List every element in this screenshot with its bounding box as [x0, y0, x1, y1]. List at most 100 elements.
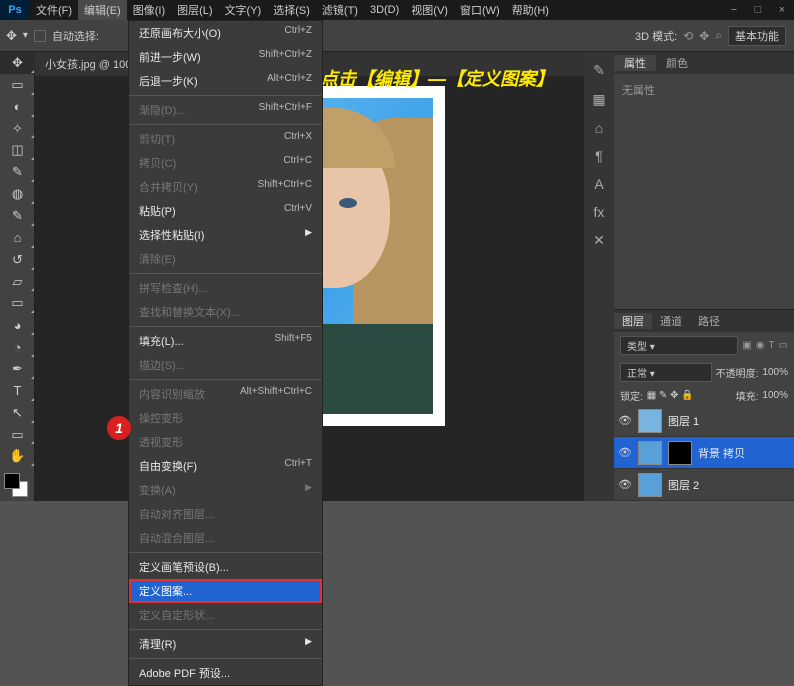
menu-item: 查找和替换文本(X)...	[129, 300, 322, 324]
tool-shape[interactable]: ▭	[0, 424, 35, 446]
titlebar: Ps 文件(F) 编辑(E) 图像(I) 图层(L) 文字(Y) 选择(S) 滤…	[0, 0, 794, 20]
menu-help[interactable]: 帮助(H)	[506, 0, 555, 20]
menu-item[interactable]: 填充(L)...Shift+F5	[129, 329, 322, 353]
menu-file[interactable]: 文件(F)	[30, 0, 78, 20]
layer-thumb	[638, 473, 662, 497]
tool-lasso[interactable]: ◐	[0, 96, 35, 118]
menu-layer[interactable]: 图层(L)	[171, 0, 218, 20]
tool-wand[interactable]: ✧	[0, 118, 35, 140]
layer-name[interactable]: 图层 1	[668, 413, 699, 429]
tool-eraser[interactable]: ▱	[0, 271, 35, 293]
tool-dodge[interactable]: ◔	[0, 336, 35, 358]
layers-list: 👁 图层 1 👁 背景 拷贝 👁 图层 2	[614, 405, 794, 501]
menu-image[interactable]: 图像(I)	[127, 0, 171, 20]
layer-name[interactable]: 图层 2	[668, 477, 699, 493]
pan-icon[interactable]: ✥	[699, 29, 709, 43]
visibility-icon[interactable]: 👁	[618, 478, 632, 492]
tool-type[interactable]: T	[0, 380, 35, 402]
step-badge-1: 1	[107, 416, 131, 440]
paragraph-icon[interactable]: ¶	[595, 148, 603, 164]
tool-move[interactable]: ✥	[0, 52, 35, 74]
maximize-icon[interactable]: □	[746, 0, 770, 20]
filter-icon-4[interactable]: ▭	[779, 340, 788, 351]
layer-filter-kind[interactable]: 类型 ▾	[620, 336, 738, 355]
tab-properties[interactable]: 属性	[614, 55, 656, 71]
filter-icon-3[interactable]: T	[768, 340, 774, 351]
menu-filter[interactable]: 滤镜(T)	[316, 0, 364, 20]
visibility-icon[interactable]: 👁	[618, 414, 632, 428]
menu-select[interactable]: 选择(S)	[267, 0, 316, 20]
menu-type[interactable]: 文字(Y)	[219, 0, 268, 20]
tool-crop[interactable]: ◫	[0, 139, 35, 161]
tool-preset-dropdown[interactable]: ▾	[23, 30, 28, 41]
tool-brush[interactable]: ✎	[0, 205, 35, 227]
menu-item: 清除(E)	[129, 247, 322, 271]
color-swatch[interactable]	[0, 471, 35, 501]
tool-pen[interactable]: ✒	[0, 358, 35, 380]
layer-row[interactable]: 👁 背景 拷贝	[614, 437, 794, 469]
menu-item: 变换(A)▶	[129, 478, 322, 502]
character-icon[interactable]: A	[594, 176, 603, 192]
menu-item: 透视变形	[129, 430, 322, 454]
brush-icon[interactable]: ✎	[593, 62, 605, 79]
tab-layers[interactable]: 图层	[614, 313, 652, 329]
tool-stamp[interactable]: ⌂	[0, 227, 35, 249]
menu-item: 渐隐(D)...Shift+Ctrl+F	[129, 98, 322, 122]
styles-icon[interactable]: fx	[594, 204, 605, 220]
lock-icon[interactable]: ▦ ✎ ✥ 🔒	[647, 390, 694, 401]
menu-window[interactable]: 窗口(W)	[454, 0, 506, 20]
tab-paths[interactable]: 路径	[690, 313, 728, 329]
measure-icon[interactable]: ✕	[593, 232, 605, 249]
menu-item: 自动混合图层...	[129, 526, 322, 550]
tab-channels[interactable]: 通道	[652, 313, 690, 329]
tool-gradient[interactable]: ▭	[0, 292, 35, 314]
menu-item[interactable]: 自由变换(F)Ctrl+T	[129, 454, 322, 478]
tab-color[interactable]: 颜色	[656, 55, 698, 71]
menu-item: 剪切(T)Ctrl+X	[129, 127, 322, 151]
menu-item[interactable]: 选择性粘贴(I)▶	[129, 223, 322, 247]
menu-item[interactable]: 定义图案...	[129, 579, 322, 603]
orbit-icon[interactable]: ⟲	[683, 29, 693, 43]
layer-name[interactable]: 背景 拷贝	[698, 445, 745, 461]
tool-marquee[interactable]: ▭	[0, 74, 35, 96]
menu-item: 自动对齐图层...	[129, 502, 322, 526]
fill-value[interactable]: 100%	[762, 390, 788, 401]
menu-edit[interactable]: 编辑(E)	[78, 0, 127, 20]
auto-select-checkbox[interactable]	[34, 30, 46, 42]
layer-mask-thumb	[668, 441, 692, 465]
layers-panel: 图层 通道 路径 类型 ▾ ▣ ◉ T ▭ 正常 ▾ 不透明度: 100% 锁定…	[614, 309, 794, 501]
auto-select-label: 自动选择:	[52, 28, 99, 44]
menu-view[interactable]: 视图(V)	[405, 0, 454, 20]
window-controls: − □ ×	[722, 0, 794, 20]
tool-blur[interactable]: ◕	[0, 314, 35, 336]
minimize-icon[interactable]: −	[722, 0, 746, 20]
blend-mode-select[interactable]: 正常 ▾	[620, 363, 712, 382]
menu-item[interactable]: Adobe PDF 预设...	[129, 661, 322, 685]
close-icon[interactable]: ×	[770, 0, 794, 20]
menu-item[interactable]: 粘贴(P)Ctrl+V	[129, 199, 322, 223]
menu-item[interactable]: 后退一步(K)Alt+Ctrl+Z	[129, 69, 322, 93]
menu-item[interactable]: 清理(R)▶	[129, 632, 322, 656]
opacity-value[interactable]: 100%	[762, 367, 788, 378]
filter-icon-2[interactable]: ◉	[756, 340, 765, 351]
tool-history[interactable]: ↺	[0, 249, 35, 271]
swatches-icon[interactable]: ▦	[592, 91, 605, 108]
workspace-switcher[interactable]: 基本功能	[728, 26, 786, 46]
menu-item[interactable]: 还原画布大小(O)Ctrl+Z	[129, 21, 322, 45]
tool-eyedropper[interactable]: ✎	[0, 161, 35, 183]
tool-heal[interactable]: ◍	[0, 183, 35, 205]
tool-hand[interactable]: ✋	[0, 445, 35, 467]
menu-3d[interactable]: 3D(D)	[364, 2, 405, 18]
layer-thumb	[638, 441, 662, 465]
layer-thumb	[638, 409, 662, 433]
zoom-icon[interactable]: ⌕	[715, 28, 722, 43]
layer-row[interactable]: 👁 图层 1	[614, 405, 794, 437]
menu-item: 内容识别缩放Alt+Shift+Ctrl+C	[129, 382, 322, 406]
menu-item[interactable]: 定义画笔预设(B)...	[129, 555, 322, 579]
tool-path[interactable]: ↖	[0, 402, 35, 424]
menu-item[interactable]: 前进一步(W)Shift+Ctrl+Z	[129, 45, 322, 69]
filter-icon[interactable]: ▣	[742, 340, 751, 351]
layer-row[interactable]: 👁 图层 2	[614, 469, 794, 501]
visibility-icon[interactable]: 👁	[618, 446, 632, 460]
clone-icon[interactable]: ⌂	[595, 120, 603, 136]
